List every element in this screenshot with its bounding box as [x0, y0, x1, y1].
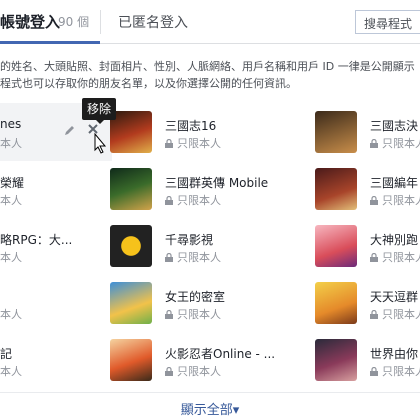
- lock-icon: [165, 367, 173, 376]
- remove-tooltip: 移除: [82, 98, 116, 120]
- app-name[interactable]: 三國群英傳 Mobile: [165, 174, 268, 191]
- app-privacy-label: 只限本人: [382, 308, 420, 321]
- app-privacy: 只限本人: [165, 249, 221, 265]
- lock-icon: [165, 139, 173, 148]
- app-settings-tabs: 帳號登入 90 個 已匿名登入 搜尋程式: [0, 0, 420, 44]
- lock-icon: [370, 196, 378, 205]
- app-privacy-label: 本人: [0, 365, 22, 378]
- app-privacy-label: 只限本人: [177, 365, 221, 378]
- remove-tooltip-arrow: [95, 119, 105, 124]
- app-icon[interactable]: [110, 168, 152, 210]
- app-icon[interactable]: [315, 282, 357, 324]
- privacy-description-line-1: 的姓名、大頭貼照、封面相片、性別、人脈網絡、用戶名稱和用戶 ID 一律是公開顯示: [0, 60, 415, 73]
- app-name[interactable]: nes: [0, 117, 21, 131]
- show-all-link[interactable]: 顯示全部▾: [0, 392, 420, 418]
- edit-pencil-icon[interactable]: [64, 124, 76, 136]
- app-icon[interactable]: [315, 339, 357, 381]
- app-privacy-label: 只限本人: [382, 194, 420, 207]
- app-icon[interactable]: [110, 111, 152, 153]
- app-privacy-label: 只限本人: [177, 308, 221, 321]
- lock-icon: [370, 367, 378, 376]
- app-name[interactable]: 大神別跑: [370, 231, 418, 248]
- app-entry[interactable]: 三國群英傳 Mobile 只限本人: [110, 160, 310, 222]
- app-privacy: 本人: [0, 135, 22, 151]
- app-privacy: 本人: [0, 363, 22, 379]
- app-privacy: 只限本人: [165, 363, 221, 379]
- app-name[interactable]: 世界由你: [370, 345, 418, 362]
- app-privacy: 只限本人: [165, 135, 221, 151]
- app-icon[interactable]: [315, 168, 357, 210]
- app-name[interactable]: 略RPG：大...: [0, 231, 72, 248]
- app-icon[interactable]: [110, 225, 152, 267]
- app-privacy-label: 只限本人: [382, 365, 420, 378]
- app-privacy: 只限本人: [370, 363, 420, 379]
- app-privacy-label: 本人: [0, 137, 22, 150]
- privacy-description: 的姓名、大頭貼照、封面相片、性別、人脈網絡、用戶名稱和用戶 ID 一律是公開顯示…: [0, 58, 420, 92]
- app-privacy: 只限本人: [370, 135, 420, 151]
- app-privacy: 只限本人: [165, 306, 221, 322]
- privacy-description-line-2: 程式也可以存取你的朋友名單，以及你選擇公開的任何資訊。: [0, 77, 297, 90]
- app-name[interactable]: 千尋影視: [165, 231, 213, 248]
- app-privacy-label: 只限本人: [382, 251, 420, 264]
- app-entry[interactable]: 三國志16 只限本人: [110, 103, 310, 165]
- app-icon[interactable]: [110, 339, 152, 381]
- app-name[interactable]: 記: [0, 345, 12, 362]
- app-privacy-label: 只限本人: [177, 251, 221, 264]
- lock-icon: [165, 310, 173, 319]
- app-privacy-label: 本人: [0, 308, 22, 321]
- app-icon[interactable]: [110, 282, 152, 324]
- app-entry[interactable]: 天天逗群只限本人: [315, 274, 420, 336]
- app-privacy: 本人: [0, 306, 22, 322]
- tab-logged-in-count: 90 個: [58, 15, 90, 29]
- app-privacy: 只限本人: [370, 192, 420, 208]
- app-privacy: 本人: [0, 249, 22, 265]
- lock-icon: [370, 139, 378, 148]
- lock-icon: [165, 253, 173, 262]
- app-privacy-label: 只限本人: [177, 194, 221, 207]
- tab-anonymous-apps[interactable]: 已匿名登入: [118, 12, 188, 32]
- tab-divider: [100, 10, 101, 34]
- app-privacy: 只限本人: [165, 192, 221, 208]
- app-entry[interactable]: 大神別跑只限本人: [315, 217, 420, 279]
- tab-logged-in-label: 帳號登入: [0, 13, 61, 31]
- lock-icon: [165, 196, 173, 205]
- app-privacy-label: 本人: [0, 194, 22, 207]
- app-privacy-label: 只限本人: [177, 137, 221, 150]
- app-entry[interactable]: 三國志決只限本人: [315, 103, 420, 165]
- app-privacy: 本人: [0, 192, 22, 208]
- app-name[interactable]: 火影忍者Online - ...: [165, 345, 275, 362]
- lock-icon: [370, 310, 378, 319]
- app-name[interactable]: 三國志16: [165, 117, 216, 134]
- app-name[interactable]: 榮耀: [0, 174, 24, 191]
- lock-icon: [370, 253, 378, 262]
- app-entry[interactable]: 女王的密室只限本人: [110, 274, 310, 336]
- app-privacy-label: 本人: [0, 251, 22, 264]
- app-entry[interactable]: 千尋影視只限本人: [110, 217, 310, 279]
- app-entry[interactable]: 三國編年只限本人: [315, 160, 420, 222]
- app-icon[interactable]: [315, 111, 357, 153]
- app-name[interactable]: 天天逗群: [370, 288, 418, 305]
- app-name[interactable]: 三國志決: [370, 117, 418, 134]
- app-name[interactable]: 女王的密室: [165, 288, 225, 305]
- app-privacy: 只限本人: [370, 249, 420, 265]
- app-icon[interactable]: [315, 225, 357, 267]
- remove-x-icon[interactable]: [86, 122, 108, 156]
- search-apps-input[interactable]: 搜尋程式: [355, 10, 420, 34]
- app-privacy-label: 只限本人: [382, 137, 420, 150]
- app-entry[interactable]: 火影忍者Online - ... 只限本人: [110, 331, 310, 393]
- app-privacy: 只限本人: [370, 306, 420, 322]
- app-entry[interactable]: 世界由你只限本人: [315, 331, 420, 393]
- tab-logged-in-apps[interactable]: 帳號登入 90 個: [0, 0, 100, 44]
- app-name[interactable]: 三國編年: [370, 174, 418, 191]
